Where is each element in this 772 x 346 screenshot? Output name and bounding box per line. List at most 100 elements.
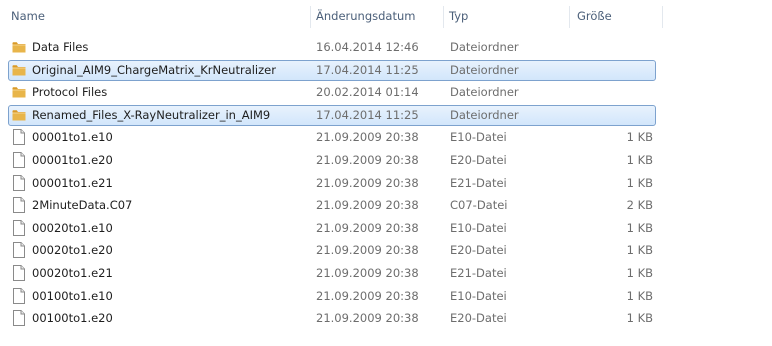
modified-date: 17.04.2014 11:25: [316, 62, 419, 77]
file-icon: [12, 174, 26, 191]
file-type: E20-Datei: [450, 311, 507, 326]
file-icon: [12, 242, 26, 259]
modified-date: 21.09.2009 20:38: [316, 311, 419, 326]
folder-row[interactable]: Renamed_Files_X-RayNeutralizer_in_AIM9 17…: [0, 104, 772, 127]
file-size: 1 KB: [626, 265, 653, 280]
name-cell: 00001to1.e20: [12, 149, 302, 171]
name-cell: 00100to1.e20: [12, 307, 302, 329]
file-row[interactable]: 00100to1.e20 21.09.2009 20:38 E20-Datei 1 K…: [0, 307, 772, 330]
file-type: Dateiordner: [450, 107, 519, 122]
file-name: Original_AIM9_ChargeMatrix_KrNeutralizer: [32, 62, 276, 77]
name-cell: 00001to1.e21: [12, 172, 302, 194]
file-size: [570, 59, 653, 81]
file-row[interactable]: 2MinuteData.C07 21.09.2009 20:38 C07-Datei…: [0, 194, 772, 217]
name-cell: 00020to1.e21: [12, 262, 302, 284]
file-name: Renamed_Files_X-RayNeutralizer_in_AIM9: [32, 107, 271, 122]
file-icon: [12, 287, 26, 304]
file-name: 00020to1.e21: [32, 265, 113, 280]
modified-date: 21.09.2009 20:38: [316, 288, 419, 303]
file-type: Dateiordner: [450, 40, 519, 54]
file-type: E10-Datei: [450, 288, 507, 303]
file-size: 1 KB: [626, 130, 653, 145]
file-icon: [12, 151, 26, 168]
column-divider[interactable]: [662, 6, 663, 28]
file-list-view: Name Änderungsdatum Typ Größe Data Files…: [0, 0, 772, 346]
file-icon: [12, 310, 26, 327]
file-row[interactable]: 00001to1.e21 21.09.2009 20:38 E21-Datei 1 K…: [0, 172, 772, 195]
name-cell: 2MinuteData.C07: [12, 194, 302, 216]
file-name: 2MinuteData.C07: [32, 198, 133, 213]
name-cell: Original_AIM9_ChargeMatrix_KrNeutralizer: [12, 59, 302, 81]
file-size: [570, 36, 653, 58]
column-header-name[interactable]: Name: [6, 0, 311, 32]
file-row[interactable]: 00020to1.e20 21.09.2009 20:38 E20-Datei 1 K…: [0, 239, 772, 262]
file-row[interactable]: 00100to1.e10 21.09.2009 20:38 E10-Datei 1 K…: [0, 285, 772, 308]
folder-icon: [12, 63, 26, 77]
file-row[interactable]: 00020to1.e21 21.09.2009 20:38 E21-Datei 1 K…: [0, 262, 772, 285]
file-type: E20-Datei: [450, 243, 507, 258]
file-name: 00020to1.e10: [32, 220, 113, 235]
file-row[interactable]: 00001to1.e10 21.09.2009 20:38 E10-Datei 1 K…: [0, 126, 772, 149]
file-type: Dateiordner: [450, 62, 519, 77]
file-icon: [12, 197, 26, 214]
column-divider[interactable]: [569, 6, 570, 28]
column-header-size[interactable]: Größe: [572, 0, 662, 32]
file-name: Data Files: [32, 40, 89, 54]
folder-icon: [12, 40, 26, 54]
file-row[interactable]: 00001to1.e20 21.09.2009 20:38 E20-Datei 1 K…: [0, 149, 772, 172]
file-name: 00001to1.e21: [32, 175, 113, 190]
file-name: 00100to1.e10: [32, 288, 113, 303]
modified-date: 16.04.2014 12:46: [316, 40, 419, 54]
modified-date: 21.09.2009 20:38: [316, 265, 419, 280]
file-name: 00020to1.e20: [32, 243, 113, 258]
file-icon: [12, 129, 26, 146]
column-header-type[interactable]: Typ: [444, 0, 569, 32]
file-size: 2 KB: [626, 198, 653, 213]
column-header-date[interactable]: Änderungsdatum: [311, 0, 443, 32]
name-cell: Data Files: [12, 36, 302, 58]
modified-date: 21.09.2009 20:38: [316, 175, 419, 190]
folder-row[interactable]: Data Files 16.04.2014 12:46 Dateiordner: [0, 36, 772, 59]
name-cell: Renamed_Files_X-RayNeutralizer_in_AIM9: [12, 104, 302, 126]
file-size: 1 KB: [626, 152, 653, 167]
file-name: 00001to1.e10: [32, 130, 113, 145]
modified-date: 21.09.2009 20:38: [316, 152, 419, 167]
modified-date: 20.02.2014 01:14: [316, 85, 419, 100]
file-size: [570, 81, 653, 103]
column-header-bar: Name Änderungsdatum Typ Größe: [0, 0, 772, 32]
file-type: E10-Datei: [450, 220, 507, 235]
file-size: 1 KB: [626, 288, 653, 303]
file-size: 1 KB: [626, 311, 653, 326]
file-type: E21-Datei: [450, 265, 507, 280]
file-size: 1 KB: [626, 243, 653, 258]
file-rows: Data Files 16.04.2014 12:46 Dateiordner Ori…: [0, 36, 772, 330]
file-name: 00100to1.e20: [32, 311, 113, 326]
file-size: 1 KB: [626, 175, 653, 190]
modified-date: 21.09.2009 20:38: [316, 198, 419, 213]
file-type: E10-Datei: [450, 130, 507, 145]
file-type: E21-Datei: [450, 175, 507, 190]
file-type: Dateiordner: [450, 85, 519, 100]
name-cell: Protocol Files: [12, 81, 302, 103]
name-cell: 00001to1.e10: [12, 126, 302, 148]
modified-date: 21.09.2009 20:38: [316, 220, 419, 235]
folder-row[interactable]: Protocol Files 20.02.2014 01:14 Dateiordne…: [0, 81, 772, 104]
file-size: 1 KB: [626, 220, 653, 235]
folder-icon: [12, 108, 26, 122]
file-icon: [12, 219, 26, 236]
folder-row[interactable]: Original_AIM9_ChargeMatrix_KrNeutralizer…: [0, 59, 772, 82]
file-name: 00001to1.e20: [32, 152, 113, 167]
name-cell: 00020to1.e20: [12, 239, 302, 261]
name-cell: 00020to1.e10: [12, 217, 302, 239]
modified-date: 21.09.2009 20:38: [316, 243, 419, 258]
folder-icon: [12, 85, 26, 99]
file-type: C07-Datei: [450, 198, 508, 213]
name-cell: 00100to1.e10: [12, 285, 302, 307]
file-row[interactable]: 00020to1.e10 21.09.2009 20:38 E10-Datei 1 K…: [0, 217, 772, 240]
file-name: Protocol Files: [32, 85, 108, 100]
modified-date: 17.04.2014 11:25: [316, 107, 419, 122]
file-type: E20-Datei: [450, 152, 507, 167]
file-icon: [12, 264, 26, 281]
modified-date: 21.09.2009 20:38: [316, 130, 419, 145]
file-size: [570, 104, 653, 126]
